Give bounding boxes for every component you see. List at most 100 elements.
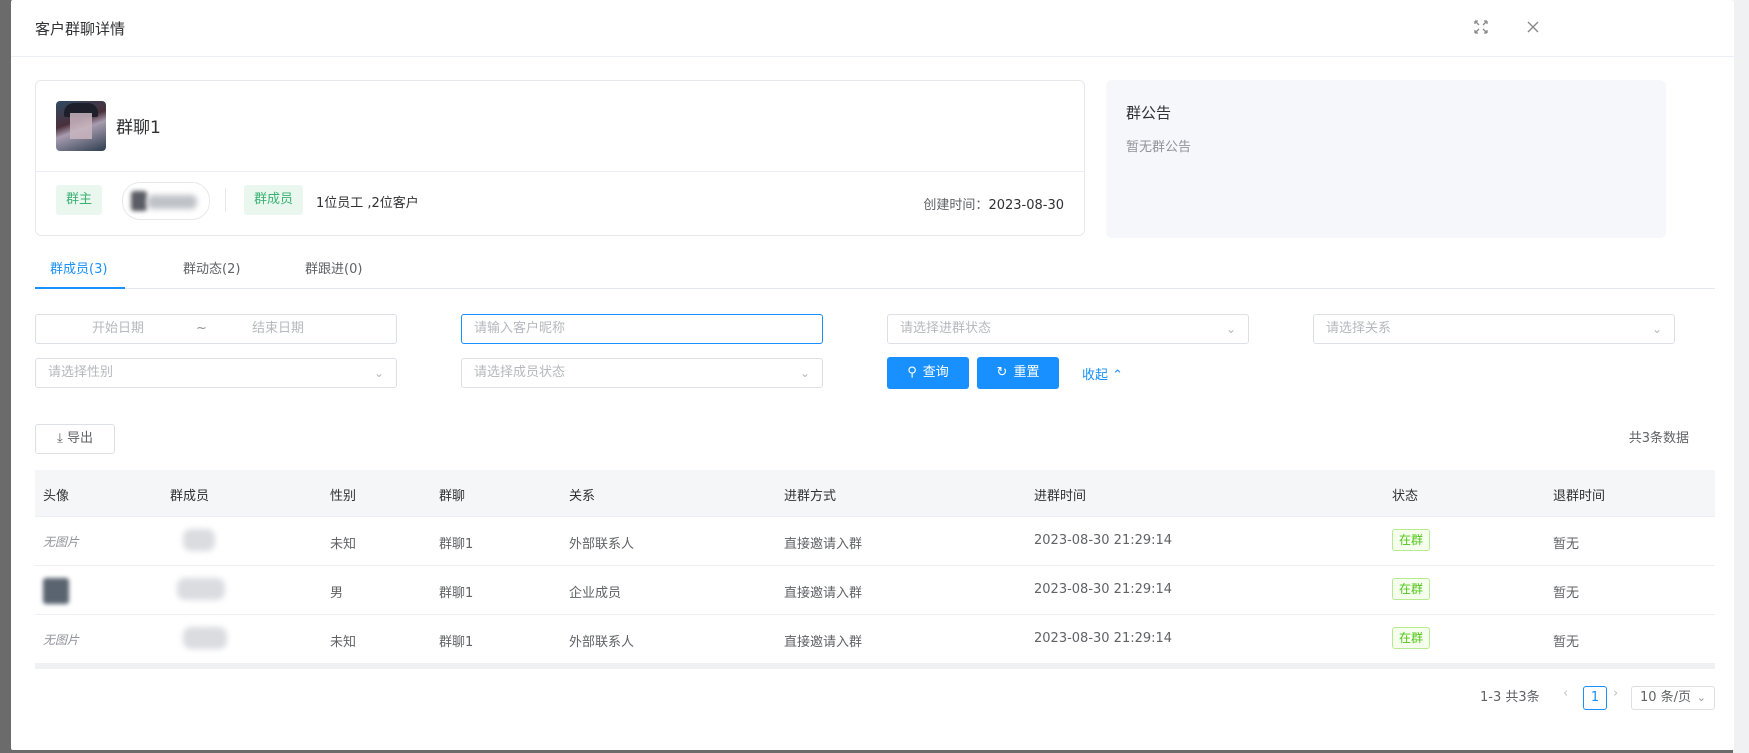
gender-cell: 男	[330, 586, 344, 601]
join-status-select[interactable]: 请选择进群状态 ⌄	[887, 314, 1249, 344]
group-info-card: 群聊1 群主 群成员 1位员工 ,2位客户 创建时间：2023-08-30	[35, 80, 1085, 236]
gender-cell: 未知	[330, 537, 357, 552]
quit-time-cell: 暂无	[1553, 635, 1580, 650]
background-strip	[1733, 0, 1749, 753]
export-button[interactable]: ⤓ 导出	[35, 424, 115, 454]
chat-cell: 群聊1	[439, 586, 474, 601]
start-date-placeholder: 开始日期	[92, 321, 145, 336]
table-row: 无图片 未知 群聊1 外部联系人 直接邀请入群 2023-08-30 21:29…	[35, 615, 1715, 663]
prev-page-icon[interactable]: ‹	[1563, 686, 1568, 701]
reset-button[interactable]: ↻ 重置	[977, 357, 1059, 389]
end-date-placeholder: 结束日期	[252, 321, 305, 336]
relation-cell: 外部联系人	[569, 537, 635, 552]
member-status-select[interactable]: 请选择成员状态 ⌄	[461, 358, 823, 388]
col-relation: 关系	[569, 489, 596, 504]
export-label: 导出	[66, 431, 93, 446]
member-name-blurred	[183, 627, 227, 649]
join-time-cell: 2023-08-30 21:29:14	[1034, 533, 1173, 548]
tab-activity[interactable]: 群动态(2)	[183, 258, 240, 277]
join-time-cell: 2023-08-30 21:29:14	[1034, 582, 1173, 597]
collapse-filters-link[interactable]: 收起 ⌃	[1082, 364, 1123, 383]
dialog-header: 客户群聊详情	[11, 0, 1734, 57]
refresh-icon: ↻	[996, 365, 1008, 380]
join-time-cell: 2023-08-30 21:29:14	[1034, 631, 1173, 646]
tab-members[interactable]: 群成员(3)	[50, 258, 107, 277]
chevron-down-icon: ⌄	[799, 366, 810, 380]
group-name: 群聊1	[116, 118, 161, 138]
group-notice-card: 群公告 暂无群公告	[1106, 80, 1666, 238]
member-summary: 1位员工 ,2位客户	[316, 196, 419, 211]
search-icon: ⚲	[907, 365, 917, 380]
fullscreen-icon[interactable]	[1472, 18, 1490, 36]
avatar-placeholder: 无图片	[43, 535, 80, 549]
relation-select[interactable]: 请选择关系 ⌄	[1313, 314, 1675, 344]
col-chat: 群聊	[439, 489, 466, 504]
col-gender: 性别	[330, 489, 357, 504]
search-button-label: 查询	[922, 365, 949, 380]
relation-placeholder: 请选择关系	[1326, 321, 1392, 336]
table-scrollbar[interactable]	[35, 663, 1715, 669]
created-label: 创建时间：	[923, 198, 989, 213]
chevron-down-icon: ⌄	[1651, 322, 1662, 336]
col-avatar: 头像	[43, 489, 70, 504]
avatar-placeholder: 无图片	[43, 633, 80, 647]
chevron-up-icon: ⌃	[1112, 368, 1124, 383]
status-badge: 在群	[1392, 529, 1431, 551]
page-size-label: 10 条/页	[1640, 690, 1692, 705]
next-page-icon[interactable]: ›	[1613, 686, 1618, 701]
nickname-field[interactable]	[461, 314, 823, 344]
avatar	[43, 578, 69, 604]
date-separator: ~	[196, 321, 207, 336]
dialog-title: 客户群聊详情	[35, 20, 126, 38]
join-method-cell: 直接邀请入群	[784, 586, 863, 601]
relation-cell: 企业成员	[569, 586, 622, 601]
tab-followup[interactable]: 群跟进(0)	[305, 258, 362, 277]
detail-tabs: 群成员(3) 群动态(2) 群跟进(0)	[35, 246, 1715, 289]
gender-cell: 未知	[330, 635, 357, 650]
chevron-down-icon: ⌄	[1696, 691, 1706, 704]
status-badge: 在群	[1392, 627, 1431, 649]
chevron-down-icon: ⌄	[1225, 322, 1236, 336]
group-detail-dialog: 客户群聊详情 群聊1 群主 群成员 1位员工 ,2位客户 创建时间：2023-0…	[11, 0, 1734, 750]
reset-button-label: 重置	[1013, 365, 1040, 380]
chevron-down-icon: ⌄	[373, 366, 384, 380]
created-time: 创建时间：2023-08-30	[923, 194, 1064, 213]
group-info-top: 群聊1	[36, 81, 1084, 172]
chat-cell: 群聊1	[439, 635, 474, 650]
table-row: 无图片 未知 群聊1 外部联系人 直接邀请入群 2023-08-30 21:29…	[35, 517, 1715, 566]
members-table: 头像 群成员 性别 群聊 关系 进群方式 进群时间 状态 退群时间 无图片 未知…	[35, 470, 1715, 669]
table-row: 男 群聊1 企业成员 直接邀请入群 2023-08-30 21:29:14 在群…	[35, 566, 1715, 615]
nickname-input[interactable]	[474, 315, 810, 342]
table-header: 头像 群成员 性别 群聊 关系 进群方式 进群时间 状态 退群时间	[35, 470, 1715, 517]
owner-avatar-pill[interactable]	[122, 182, 210, 220]
col-join-method: 进群方式	[784, 489, 837, 504]
quit-time-cell: 暂无	[1553, 586, 1580, 601]
created-date: 2023-08-30	[988, 198, 1064, 213]
pagination-range: 1-3 共3条	[1480, 690, 1540, 705]
join-method-cell: 直接邀请入群	[784, 635, 863, 650]
col-status: 状态	[1392, 489, 1419, 504]
status-badge: 在群	[1392, 578, 1431, 600]
member-name-blurred	[177, 578, 225, 600]
group-info-bottom: 群主 群成员 1位员工 ,2位客户 创建时间：2023-08-30	[36, 172, 1084, 236]
quit-time-cell: 暂无	[1553, 537, 1580, 552]
owner-tag: 群主	[56, 185, 103, 215]
active-tab-indicator	[35, 287, 125, 289]
page-size-select[interactable]: 10 条/页 ⌄	[1631, 686, 1715, 710]
notice-title: 群公告	[1126, 104, 1172, 122]
divider	[225, 188, 226, 212]
download-icon: ⤓	[57, 431, 63, 446]
search-button[interactable]: ⚲ 查询	[887, 357, 969, 389]
collapse-label: 收起	[1082, 368, 1109, 383]
notice-body: 暂无群公告	[1126, 140, 1192, 155]
join-method-cell: 直接邀请入群	[784, 537, 863, 552]
gender-select[interactable]: 请选择性别 ⌄	[35, 358, 397, 388]
close-icon[interactable]	[1524, 18, 1542, 36]
group-avatar	[56, 101, 106, 151]
page-number-current[interactable]: 1	[1583, 686, 1607, 710]
total-count: 共3条数据	[1628, 431, 1689, 446]
join-status-placeholder: 请选择进群状态	[900, 321, 992, 336]
col-quit-time: 退群时间	[1553, 489, 1606, 504]
col-join-time: 进群时间	[1034, 489, 1087, 504]
date-range-picker[interactable]: 开始日期 ~ 结束日期	[35, 314, 397, 344]
